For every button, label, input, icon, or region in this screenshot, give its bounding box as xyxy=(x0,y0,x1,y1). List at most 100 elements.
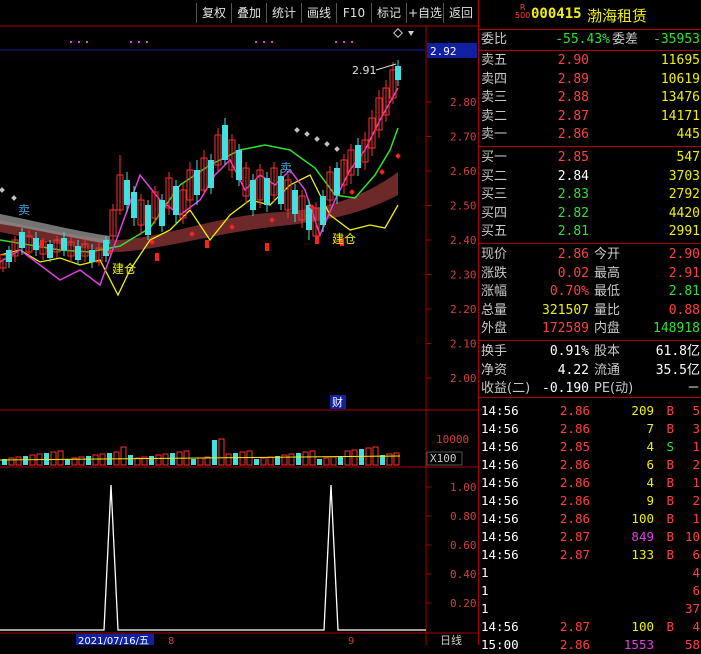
volume-bar-down xyxy=(359,449,364,465)
candle-body-down xyxy=(89,250,95,262)
tick-time: 14:56 xyxy=(481,475,519,490)
volume-bar-down xyxy=(296,453,301,465)
candle-body-down xyxy=(145,205,151,235)
sell-signal-label: 卖 xyxy=(18,203,30,217)
price-axis-label: 2.80 xyxy=(450,96,477,109)
price-axis: 2.80 2.70 2.60 2.50 2.40 2.30 2.20 2.10 2.00 xyxy=(426,96,477,385)
tick-row: 1 37 xyxy=(479,600,701,618)
volume-bar-up xyxy=(225,453,232,466)
tick-n: 58 xyxy=(684,637,700,652)
volume-bar-down xyxy=(44,453,49,465)
volume-bar-up xyxy=(288,453,295,466)
tick-vol: 4 xyxy=(646,439,654,454)
tick-n: 1 xyxy=(692,475,700,490)
tick-price: 2.85 xyxy=(559,439,590,454)
tick-bs: B xyxy=(666,547,674,562)
volume-bar-up xyxy=(120,446,127,466)
volume-bar-up xyxy=(239,451,246,466)
volume-bar-up xyxy=(8,457,15,466)
volume-bar-down xyxy=(23,456,28,465)
tick-row: 15:00 2.86 1553 58 xyxy=(479,636,701,654)
volume-bar-up xyxy=(92,454,99,466)
volume-bar-up xyxy=(260,457,267,466)
candle-body-down xyxy=(61,238,67,250)
bid-row: 买一 2.85 547 xyxy=(481,150,700,165)
ask-row: 卖五 2.90 11695 xyxy=(481,53,700,68)
candle-body-down xyxy=(131,192,137,218)
tick-n: 4 xyxy=(692,565,700,580)
tick-row: 14:56 2.86 100 B 1 xyxy=(479,510,701,528)
tick-price: 2.86 xyxy=(559,493,590,508)
tick-n: 3 xyxy=(692,421,700,436)
candle-body-down xyxy=(194,170,200,195)
tick-bs: B xyxy=(666,457,674,472)
tick-vol: 100 xyxy=(631,619,654,634)
volume-bar-down xyxy=(65,459,70,465)
sell-signal-label: 卖 xyxy=(280,161,292,175)
tick-time: 14:56 xyxy=(481,493,519,508)
volume-bar-down xyxy=(233,453,238,465)
volume-bar-up xyxy=(344,450,351,466)
volume-bar-down xyxy=(191,459,196,465)
ask-row: 卖一 2.86 445 xyxy=(481,127,700,143)
tick-time: 14:56 xyxy=(481,439,519,454)
fund-row: 收益(二) -0.190 PE(动) － xyxy=(481,381,700,397)
candle-body-down xyxy=(395,66,401,80)
tick-row: 14:56 2.86 6 B 2 xyxy=(479,456,701,474)
tick-row: 14:56 2.87 100 B 4 xyxy=(479,618,701,636)
tick-price: 2.86 xyxy=(559,511,590,526)
indicator-axis: 1.00 0.80 0.60 0.40 0.20 xyxy=(426,481,477,610)
stat-row: 涨幅 0.70% 最低 2.81 xyxy=(481,284,700,300)
tick-price: 2.87 xyxy=(559,619,590,634)
weibi-row: 委比 -55.43% 委差 -35953 xyxy=(481,32,700,47)
candle-body-down xyxy=(334,168,340,195)
candle-body-down xyxy=(124,180,130,205)
period-label: 日线 xyxy=(440,633,462,645)
volume-bar-up xyxy=(330,456,337,466)
tick-bs: B xyxy=(666,421,674,436)
ask-row: 卖二 2.87 14171 xyxy=(481,108,700,124)
candle-body-down xyxy=(75,246,81,260)
tick-price: 2.86 xyxy=(559,421,590,436)
tick-n: 1 xyxy=(692,511,700,526)
volume-bar-up xyxy=(155,454,162,466)
volume-bar-up xyxy=(393,452,400,466)
volume-bar-up xyxy=(302,451,309,466)
top-dots xyxy=(70,41,353,43)
month-label: 9 xyxy=(348,636,354,645)
buy-signal-label: 建仓 xyxy=(332,232,356,246)
volume-bar-up xyxy=(50,451,57,466)
candle-body-down xyxy=(47,244,53,258)
volume-bar-up xyxy=(57,450,64,466)
kline-chart[interactable]: 2.80 2.70 2.60 2.50 2.40 2.30 2.20 2.10 2.00 2.9… xyxy=(0,0,478,645)
candle-body-down xyxy=(159,200,165,226)
tick-time: 14:56 xyxy=(481,421,519,436)
price-axis-label: 2.20 xyxy=(450,303,477,316)
bid-row: 买五 2.81 2991 xyxy=(481,224,700,240)
tick-n: 6 xyxy=(692,547,700,562)
volume-bar-up xyxy=(281,454,288,466)
candle-body-down xyxy=(278,176,284,204)
volume-bar-down xyxy=(338,456,343,465)
diamond-icon[interactable] xyxy=(393,28,414,38)
tick-bs: B xyxy=(666,619,674,634)
stock-code: 000415 xyxy=(531,6,582,22)
candle-body-down xyxy=(103,240,109,256)
candle-body-down xyxy=(208,160,214,188)
ask-row: 卖四 2.89 10619 xyxy=(481,71,700,87)
tick-row: 14:56 2.87 849 B 10 xyxy=(479,528,701,546)
tick-vol: 1553 xyxy=(623,637,654,652)
ask-row: 卖三 2.88 13476 xyxy=(481,90,700,106)
tick-price: 2.86 xyxy=(559,475,590,490)
indicator-axis-label: 0.20 xyxy=(450,597,477,610)
stat-row: 涨跌 0.02 最高 2.91 xyxy=(481,265,700,281)
volume-bar-down xyxy=(170,453,175,465)
tick-time: 1 xyxy=(481,583,489,598)
volume-bar-down xyxy=(149,456,154,465)
tick-row: 14:56 2.86 9 B 2 xyxy=(479,492,701,510)
volume-bar-up xyxy=(197,457,204,466)
tick-n: 2 xyxy=(692,493,700,508)
bid-row: 买四 2.82 4420 xyxy=(481,205,700,221)
indicator-line xyxy=(0,484,426,631)
tick-time: 1 xyxy=(481,565,489,580)
